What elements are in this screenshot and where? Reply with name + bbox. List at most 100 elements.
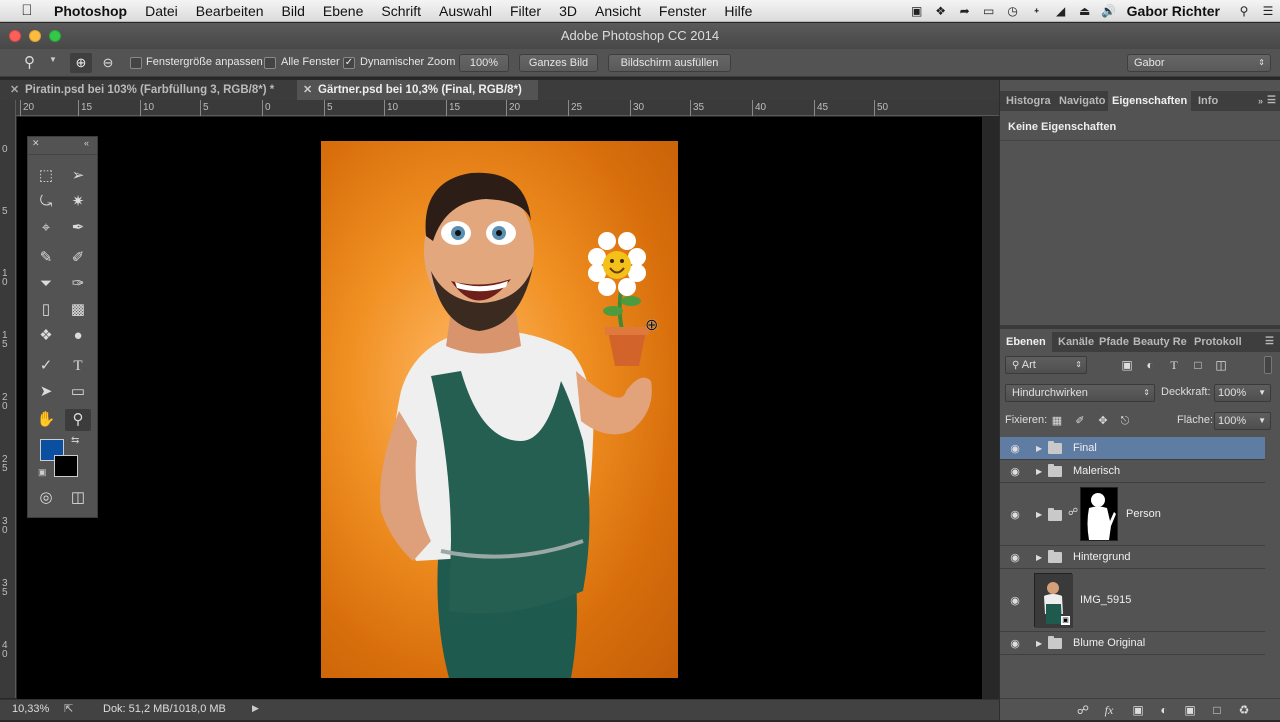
layer-style-icon[interactable]: fx <box>1100 702 1118 718</box>
chevron-down-icon[interactable]: ▼ <box>1258 385 1266 401</box>
tab-info[interactable]: Info <box>1198 91 1218 111</box>
zoom-100-button[interactable]: 100% <box>459 54 509 72</box>
link-layers-icon[interactable]: ☍ <box>1074 702 1092 718</box>
layer-row[interactable]: ◉ ▶ ☍ Person <box>1000 483 1265 546</box>
menu-schrift[interactable]: Schrift <box>372 3 430 19</box>
layer-thumbnail[interactable]: ▣ <box>1034 573 1073 628</box>
menu-filter[interactable]: Filter <box>501 3 550 19</box>
move-tool-icon[interactable]: ➢ <box>65 165 91 187</box>
fit-window-checkbox[interactable] <box>130 57 142 69</box>
lock-position-icon[interactable]: ✥ <box>1094 413 1112 429</box>
type-tool-icon[interactable]: T <box>65 355 91 377</box>
horizontal-ruler[interactable]: 20 15 10 5 0 5 10 15 20 25 30 35 40 45 50 <box>16 100 999 116</box>
filter-adjustment-icon[interactable]: ◐ <box>1141 357 1159 373</box>
share-icon[interactable]: ➦ <box>953 4 977 18</box>
menu-bild[interactable]: Bild <box>273 3 314 19</box>
close-window-button[interactable] <box>9 30 21 42</box>
chevron-down-icon[interactable]: ▼ <box>1258 413 1266 429</box>
fill-screen-button[interactable]: Bildschirm ausfüllen <box>608 54 731 72</box>
workspace-select[interactable]: Gabor ⇕ <box>1127 54 1271 72</box>
dropbox-icon[interactable]: ❖ <box>929 4 953 18</box>
lock-all-icon[interactable]: ⎋ <box>1116 413 1134 429</box>
new-layer-icon[interactable]: □ <box>1208 702 1226 718</box>
status-menu-arrow-icon[interactable]: ▶ <box>252 703 259 714</box>
tab-beauty-retouch[interactable]: Beauty Re <box>1133 332 1187 352</box>
default-colors-icon[interactable]: ▣ <box>38 467 47 478</box>
collapse-panel-icon[interactable]: « <box>84 138 89 148</box>
panel-menu-icon[interactable]: ☰ <box>1265 332 1274 352</box>
airplay-icon[interactable]: ▭ <box>977 4 1001 18</box>
new-group-icon[interactable]: ▣ <box>1181 702 1199 718</box>
menu-hilfe[interactable]: Hilfe <box>715 3 761 19</box>
apple-icon[interactable]:  <box>0 2 54 19</box>
blur-tool-icon[interactable]: ❖ <box>33 325 59 347</box>
close-panel-icon[interactable]: ✕ <box>32 138 40 149</box>
screen-mode-icon[interactable]: ◫ <box>65 487 91 509</box>
tab-channels[interactable]: Kanäle <box>1058 332 1094 352</box>
visibility-eye-icon[interactable]: ◉ <box>1008 637 1022 650</box>
lock-image-pixels-icon[interactable]: ✐ <box>1071 413 1089 429</box>
tab-histogram[interactable]: Histogra <box>1006 91 1051 111</box>
eyedropper-tool-icon[interactable]: ✒ <box>65 217 91 239</box>
minimize-window-button[interactable] <box>29 30 41 42</box>
menu-ebene[interactable]: Ebene <box>314 3 372 19</box>
preset-dropdown-icon[interactable]: ▼ <box>49 55 57 64</box>
fill-input[interactable]: 100% ▼ <box>1214 412 1271 430</box>
zoom-tool-icon[interactable]: ⚲ <box>65 409 91 431</box>
opacity-input[interactable]: 100% ▼ <box>1214 384 1271 402</box>
quick-mask-icon[interactable]: ◎ <box>33 487 59 509</box>
expand-group-icon[interactable]: ▶ <box>1036 510 1042 519</box>
menu-ansicht[interactable]: Ansicht <box>586 3 650 19</box>
close-tab-icon[interactable]: ✕ <box>303 80 312 100</box>
zoom-level[interactable]: 10,33% <box>12 703 49 715</box>
clone-stamp-tool-icon[interactable]: ⏷ <box>33 273 59 295</box>
eject-icon[interactable]: ⏏ <box>1073 4 1097 18</box>
tab-properties[interactable]: Eigenschaften <box>1108 91 1192 111</box>
close-tab-icon[interactable]: ✕ <box>10 80 19 100</box>
pen-tool-icon[interactable]: ✓ <box>33 355 59 377</box>
vertical-ruler[interactable]: 051 01 52 02 53 03 54 04 5 <box>0 100 16 722</box>
all-windows-checkbox[interactable] <box>264 57 276 69</box>
eraser-tool-icon[interactable]: ▯ <box>33 299 59 321</box>
dynamic-zoom-checkbox[interactable]: ✓ <box>343 57 355 69</box>
lock-transparent-pixels-icon[interactable]: ▦ <box>1048 413 1066 429</box>
visibility-eye-icon[interactable]: ◉ <box>1008 442 1022 455</box>
menu-3d[interactable]: 3D <box>550 3 586 19</box>
filter-toggle[interactable] <box>1264 356 1272 374</box>
dodge-tool-icon[interactable]: ● <box>65 325 91 347</box>
tab-piratin[interactable]: ✕ Piratin.psd bei 103% (Farbfüllung 3, R… <box>0 80 296 100</box>
layer-row[interactable]: ◉ ▶ Final <box>1000 437 1265 460</box>
fit-screen-button[interactable]: Ganzes Bild <box>519 54 598 72</box>
time-machine-icon[interactable]: ◷ <box>1001 4 1025 18</box>
adjustment-layer-icon[interactable]: ◐ <box>1155 702 1173 718</box>
layer-mask-thumbnail[interactable] <box>1080 487 1118 541</box>
export-icon[interactable]: ⇱ <box>64 702 73 715</box>
filter-pixel-icon[interactable]: ▣ <box>1118 357 1136 373</box>
visibility-eye-icon[interactable]: ◉ <box>1008 465 1022 478</box>
crop-tool-icon[interactable]: ⌖ <box>33 217 59 239</box>
visibility-eye-icon[interactable]: ◉ <box>1008 508 1022 521</box>
history-brush-tool-icon[interactable]: ✑ <box>65 273 91 295</box>
rectangle-tool-icon[interactable]: ▭ <box>65 381 91 403</box>
layer-row[interactable]: ◉ ▣ IMG_5915 <box>1000 569 1265 632</box>
zoom-out-icon[interactable]: ⊖ <box>97 53 119 73</box>
layer-row[interactable]: ◉ ▶ Blume Original <box>1000 632 1265 655</box>
tab-layers[interactable]: Ebenen <box>1000 332 1052 352</box>
lasso-tool-icon[interactable]: ⤿ <box>33 191 59 213</box>
tab-paths[interactable]: Pfade <box>1099 332 1129 352</box>
notification-center-icon[interactable]: ☰ <box>1256 4 1280 18</box>
healing-brush-tool-icon[interactable]: ✎ <box>33 247 59 269</box>
expand-group-icon[interactable]: ▶ <box>1036 467 1042 476</box>
blend-mode-select[interactable]: Hindurchwirken ⇕ <box>1005 384 1155 402</box>
hand-tool-icon[interactable]: ✋ <box>33 409 59 431</box>
spotlight-search-icon[interactable]: ⚲ <box>1232 4 1256 18</box>
layer-row[interactable]: ◉ ▶ Malerisch <box>1000 460 1265 483</box>
swap-colors-icon[interactable]: ⇆ <box>71 435 79 446</box>
wifi-icon[interactable]: ◢ <box>1049 4 1073 18</box>
panel-menu-icon[interactable]: ☰ <box>1267 91 1276 111</box>
menu-app[interactable]: Photoshop <box>54 3 136 19</box>
brush-tool-icon[interactable]: ✐ <box>65 247 91 269</box>
marquee-tool-icon[interactable]: ⬚ <box>33 165 59 187</box>
menu-auswahl[interactable]: Auswahl <box>430 3 501 19</box>
background-color-swatch[interactable] <box>54 455 78 477</box>
